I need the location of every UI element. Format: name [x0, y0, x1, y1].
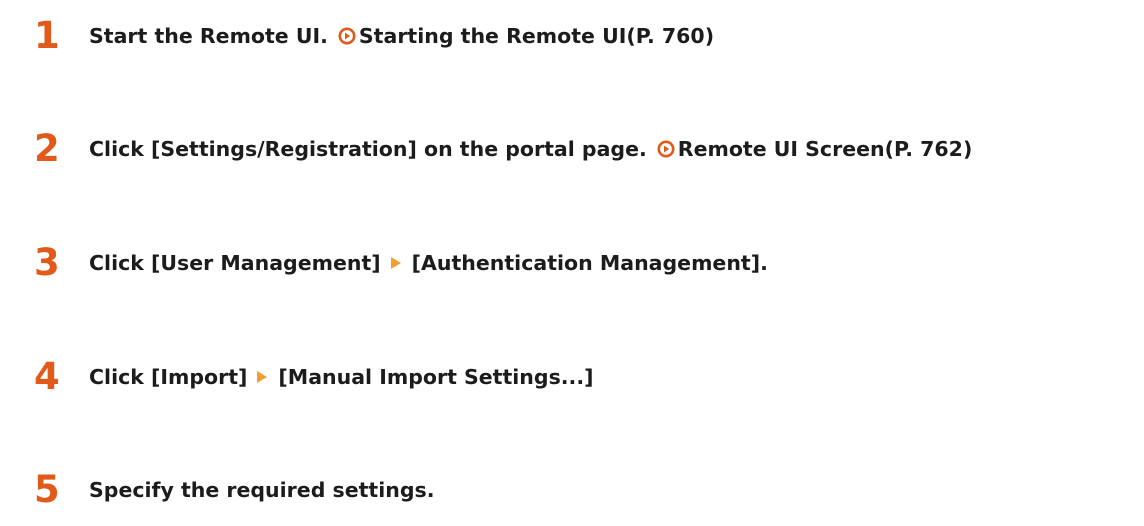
step-number: 1 [34, 14, 60, 57]
step-text: Specify the required settings. [89, 470, 435, 510]
circle-play-icon [657, 140, 675, 158]
step-text: Start the Remote UI. Starting the Remote… [89, 16, 714, 56]
step-number: 4 [34, 355, 60, 398]
step-3: 3 Click [User Management] [Authenticatio… [34, 243, 768, 283]
step-2: 2 Click [Settings/Registration] on the p… [34, 129, 972, 169]
triangle-right-icon [257, 371, 268, 383]
step-5: 5 Specify the required settings. [34, 470, 435, 510]
step-instruction-part-2: [Authentication Management]. [411, 251, 768, 275]
circle-play-icon [338, 27, 356, 45]
remote-ui-screen-link[interactable]: Remote UI Screen(P. 762) [657, 129, 973, 169]
step-instruction: Click [Settings/Registration] on the por… [89, 137, 647, 161]
step-instruction-part-2: [Manual Import Settings...] [278, 365, 594, 389]
link-label: Starting the Remote UI(P. 760) [358, 24, 715, 48]
step-text: Click [Settings/Registration] on the por… [89, 129, 972, 169]
step-number: 2 [34, 127, 60, 170]
link-label: Remote UI Screen(P. 762) [677, 137, 973, 161]
step-instruction-part-1: Click [Import] [89, 365, 248, 389]
step-text: Click [User Management] [Authentication … [89, 243, 768, 283]
step-instruction: Specify the required settings. [89, 478, 435, 502]
step-instruction-part-1: Click [User Management] [89, 251, 381, 275]
triangle-right-icon [390, 257, 401, 269]
step-4: 4 Click [Import] [Manual Import Settings… [34, 357, 594, 397]
step-text: Click [Import] [Manual Import Settings..… [89, 357, 594, 397]
step-instruction: Start the Remote UI. [89, 24, 328, 48]
procedure-steps: 1 Start the Remote UI. Starting the Remo… [0, 0, 1144, 526]
starting-remote-ui-link[interactable]: Starting the Remote UI(P. 760) [338, 16, 714, 56]
step-number: 5 [34, 468, 60, 511]
step-number: 3 [34, 241, 60, 284]
step-1: 1 Start the Remote UI. Starting the Remo… [34, 16, 714, 56]
